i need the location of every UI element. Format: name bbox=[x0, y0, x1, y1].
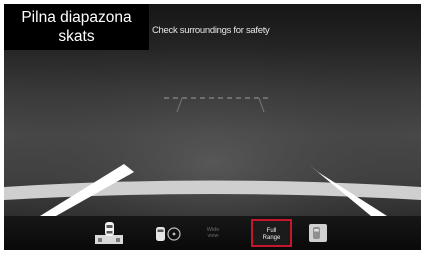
car-top-view-icon bbox=[95, 222, 123, 244]
parking-assist-icon bbox=[309, 224, 327, 242]
top-view-button[interactable] bbox=[92, 219, 126, 247]
parking-assist-button[interactable] bbox=[307, 219, 329, 247]
camera-display: Check surroundings for safety Pilna diap… bbox=[4, 4, 421, 250]
wide-view-button[interactable]: Wide view bbox=[200, 219, 226, 247]
full-range-label-2: Range bbox=[262, 234, 281, 241]
car-rear-side-icon bbox=[156, 227, 181, 241]
safety-warning: Check surroundings for safety bbox=[152, 25, 270, 36]
full-range-button[interactable]: Full Range bbox=[251, 219, 292, 247]
camera-mode-toolbar: Wide view Full Range bbox=[4, 216, 421, 250]
wide-view-label-2: view bbox=[207, 233, 219, 239]
rear-side-view-button[interactable] bbox=[152, 219, 182, 247]
caption-line-1: Pilna diapazona bbox=[21, 9, 132, 26]
caption-line-2: skats bbox=[58, 28, 95, 45]
view-caption: Pilna diapazona skats bbox=[4, 4, 149, 50]
